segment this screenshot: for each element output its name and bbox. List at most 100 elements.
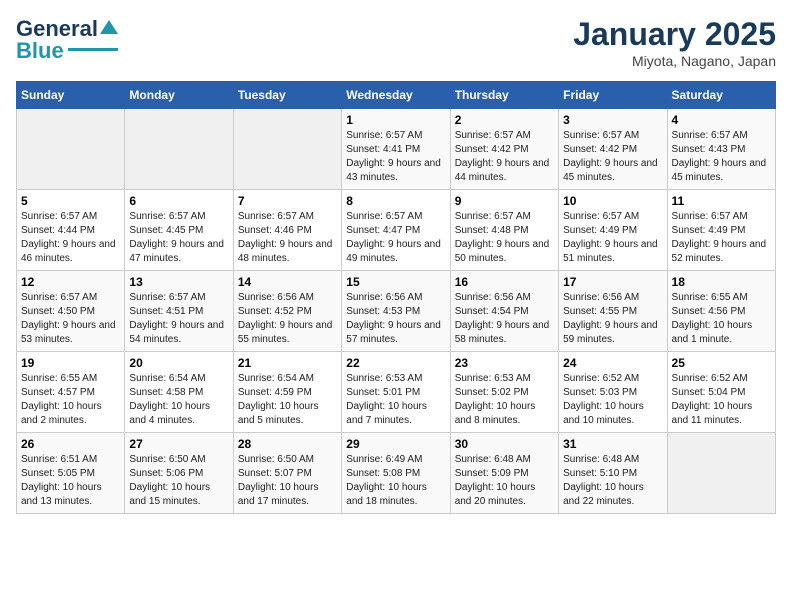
day-number: 8	[346, 194, 445, 208]
calendar-cell: 5 Sunrise: 6:57 AM Sunset: 4:44 PM Daylig…	[17, 190, 125, 271]
logo-underline	[68, 48, 118, 51]
calendar-cell: 1 Sunrise: 6:57 AM Sunset: 4:41 PM Daylig…	[342, 109, 450, 190]
day-info: Sunrise: 6:53 AM Sunset: 5:01 PM Dayligh…	[346, 372, 445, 428]
weekday-header-wednesday: Wednesday	[342, 82, 450, 109]
day-info: Sunrise: 6:57 AM Sunset: 4:46 PM Dayligh…	[238, 210, 337, 266]
day-number: 24	[563, 356, 662, 370]
week-row-2: 5 Sunrise: 6:57 AM Sunset: 4:44 PM Daylig…	[17, 190, 776, 271]
day-number: 4	[672, 113, 771, 127]
logo-icon	[100, 18, 118, 36]
day-number: 25	[672, 356, 771, 370]
week-row-1: 1 Sunrise: 6:57 AM Sunset: 4:41 PM Daylig…	[17, 109, 776, 190]
calendar-cell: 28Sunrise: 6:50 AM Sunset: 5:07 PM Dayli…	[233, 433, 341, 514]
weekday-header-saturday: Saturday	[667, 82, 775, 109]
day-info: Sunrise: 6:52 AM Sunset: 5:04 PM Dayligh…	[672, 372, 771, 428]
day-number: 5	[21, 194, 120, 208]
day-number: 19	[21, 356, 120, 370]
day-info: Sunrise: 6:54 AM Sunset: 4:58 PM Dayligh…	[129, 372, 228, 428]
calendar-cell: 8Sunrise: 6:57 AM Sunset: 4:47 PM Daylig…	[342, 190, 450, 271]
calendar-cell: 22 Sunrise: 6:53 AM Sunset: 5:01 PM Dayli…	[342, 352, 450, 433]
calendar-cell: 20 Sunrise: 6:54 AM Sunset: 4:58 PM Dayli…	[125, 352, 233, 433]
logo-blue: Blue	[16, 38, 64, 64]
day-number: 16	[455, 275, 554, 289]
day-info: Sunrise: 6:55 AM Sunset: 4:56 PM Dayligh…	[672, 291, 771, 347]
day-info: Sunrise: 6:57 AM Sunset: 4:44 PM Dayligh…	[21, 210, 120, 266]
day-number: 13	[129, 275, 228, 289]
day-number: 30	[455, 437, 554, 451]
calendar-cell: 29 Sunrise: 6:49 AM Sunset: 5:08 PM Dayli…	[342, 433, 450, 514]
day-info: Sunrise: 6:57 AM Sunset: 4:45 PM Dayligh…	[129, 210, 228, 266]
logo: General Blue	[16, 16, 118, 64]
day-info: Sunrise: 6:56 AM Sunset: 4:52 PM Dayligh…	[238, 291, 337, 347]
day-info: Sunrise: 6:48 AM Sunset: 5:09 PM Dayligh…	[455, 453, 554, 509]
weekday-header-tuesday: Tuesday	[233, 82, 341, 109]
calendar-cell: 7 Sunrise: 6:57 AM Sunset: 4:46 PM Daylig…	[233, 190, 341, 271]
page-header: General Blue January 2025 Miyota, Nagano…	[16, 16, 776, 69]
day-number: 22	[346, 356, 445, 370]
calendar-cell: 6 Sunrise: 6:57 AM Sunset: 4:45 PM Daylig…	[125, 190, 233, 271]
calendar-cell: 9Sunrise: 6:57 AM Sunset: 4:48 PM Daylig…	[450, 190, 558, 271]
location-subtitle: Miyota, Nagano, Japan	[573, 53, 776, 69]
day-number: 10	[563, 194, 662, 208]
day-number: 29	[346, 437, 445, 451]
calendar-cell: 16 Sunrise: 6:56 AM Sunset: 4:54 PM Dayli…	[450, 271, 558, 352]
calendar-cell	[667, 433, 775, 514]
day-info: Sunrise: 6:51 AM Sunset: 5:05 PM Dayligh…	[21, 453, 120, 509]
day-info: Sunrise: 6:57 AM Sunset: 4:51 PM Dayligh…	[129, 291, 228, 347]
calendar-cell: 23Sunrise: 6:53 AM Sunset: 5:02 PM Dayli…	[450, 352, 558, 433]
week-row-5: 26Sunrise: 6:51 AM Sunset: 5:05 PM Dayli…	[17, 433, 776, 514]
day-number: 31	[563, 437, 662, 451]
day-number: 20	[129, 356, 228, 370]
day-info: Sunrise: 6:56 AM Sunset: 4:55 PM Dayligh…	[563, 291, 662, 347]
calendar-body: 1 Sunrise: 6:57 AM Sunset: 4:41 PM Daylig…	[17, 109, 776, 514]
weekday-header-row: SundayMondayTuesdayWednesdayThursdayFrid…	[17, 82, 776, 109]
title-block: January 2025 Miyota, Nagano, Japan	[573, 16, 776, 69]
day-number: 17	[563, 275, 662, 289]
day-info: Sunrise: 6:57 AM Sunset: 4:41 PM Dayligh…	[346, 129, 445, 185]
day-info: Sunrise: 6:50 AM Sunset: 5:06 PM Dayligh…	[129, 453, 228, 509]
calendar-cell: 13 Sunrise: 6:57 AM Sunset: 4:51 PM Dayli…	[125, 271, 233, 352]
day-info: Sunrise: 6:50 AM Sunset: 5:07 PM Dayligh…	[238, 453, 337, 509]
calendar-cell: 3Sunrise: 6:57 AM Sunset: 4:42 PM Daylig…	[559, 109, 667, 190]
day-number: 7	[238, 194, 337, 208]
month-title: January 2025	[573, 16, 776, 53]
day-info: Sunrise: 6:52 AM Sunset: 5:03 PM Dayligh…	[563, 372, 662, 428]
day-number: 18	[672, 275, 771, 289]
day-number: 3	[563, 113, 662, 127]
calendar-cell: 25 Sunrise: 6:52 AM Sunset: 5:04 PM Dayli…	[667, 352, 775, 433]
day-number: 14	[238, 275, 337, 289]
calendar-cell: 10Sunrise: 6:57 AM Sunset: 4:49 PM Dayli…	[559, 190, 667, 271]
day-info: Sunrise: 6:48 AM Sunset: 5:10 PM Dayligh…	[563, 453, 662, 509]
weekday-header-thursday: Thursday	[450, 82, 558, 109]
calendar-cell: 2 Sunrise: 6:57 AM Sunset: 4:42 PM Daylig…	[450, 109, 558, 190]
weekday-header-monday: Monday	[125, 82, 233, 109]
calendar-cell: 12Sunrise: 6:57 AM Sunset: 4:50 PM Dayli…	[17, 271, 125, 352]
day-number: 6	[129, 194, 228, 208]
day-number: 27	[129, 437, 228, 451]
weekday-header-friday: Friday	[559, 82, 667, 109]
day-number: 1	[346, 113, 445, 127]
calendar-cell	[233, 109, 341, 190]
day-number: 2	[455, 113, 554, 127]
day-info: Sunrise: 6:55 AM Sunset: 4:57 PM Dayligh…	[21, 372, 120, 428]
weekday-header-sunday: Sunday	[17, 82, 125, 109]
day-info: Sunrise: 6:57 AM Sunset: 4:43 PM Dayligh…	[672, 129, 771, 185]
calendar-cell: 19 Sunrise: 6:55 AM Sunset: 4:57 PM Dayli…	[17, 352, 125, 433]
calendar-cell: 14 Sunrise: 6:56 AM Sunset: 4:52 PM Dayli…	[233, 271, 341, 352]
calendar-cell: 15Sunrise: 6:56 AM Sunset: 4:53 PM Dayli…	[342, 271, 450, 352]
day-info: Sunrise: 6:57 AM Sunset: 4:49 PM Dayligh…	[672, 210, 771, 266]
calendar-cell	[125, 109, 233, 190]
day-number: 15	[346, 275, 445, 289]
day-number: 21	[238, 356, 337, 370]
calendar-cell: 21 Sunrise: 6:54 AM Sunset: 4:59 PM Dayli…	[233, 352, 341, 433]
day-info: Sunrise: 6:57 AM Sunset: 4:42 PM Dayligh…	[455, 129, 554, 185]
week-row-4: 19 Sunrise: 6:55 AM Sunset: 4:57 PM Dayli…	[17, 352, 776, 433]
calendar-cell: 31 Sunrise: 6:48 AM Sunset: 5:10 PM Dayli…	[559, 433, 667, 514]
calendar-cell: 17 Sunrise: 6:56 AM Sunset: 4:55 PM Dayli…	[559, 271, 667, 352]
day-info: Sunrise: 6:53 AM Sunset: 5:02 PM Dayligh…	[455, 372, 554, 428]
calendar-cell: 18 Sunrise: 6:55 AM Sunset: 4:56 PM Dayli…	[667, 271, 775, 352]
day-info: Sunrise: 6:56 AM Sunset: 4:54 PM Dayligh…	[455, 291, 554, 347]
day-info: Sunrise: 6:54 AM Sunset: 4:59 PM Dayligh…	[238, 372, 337, 428]
day-info: Sunrise: 6:49 AM Sunset: 5:08 PM Dayligh…	[346, 453, 445, 509]
calendar-cell: 27 Sunrise: 6:50 AM Sunset: 5:06 PM Dayli…	[125, 433, 233, 514]
